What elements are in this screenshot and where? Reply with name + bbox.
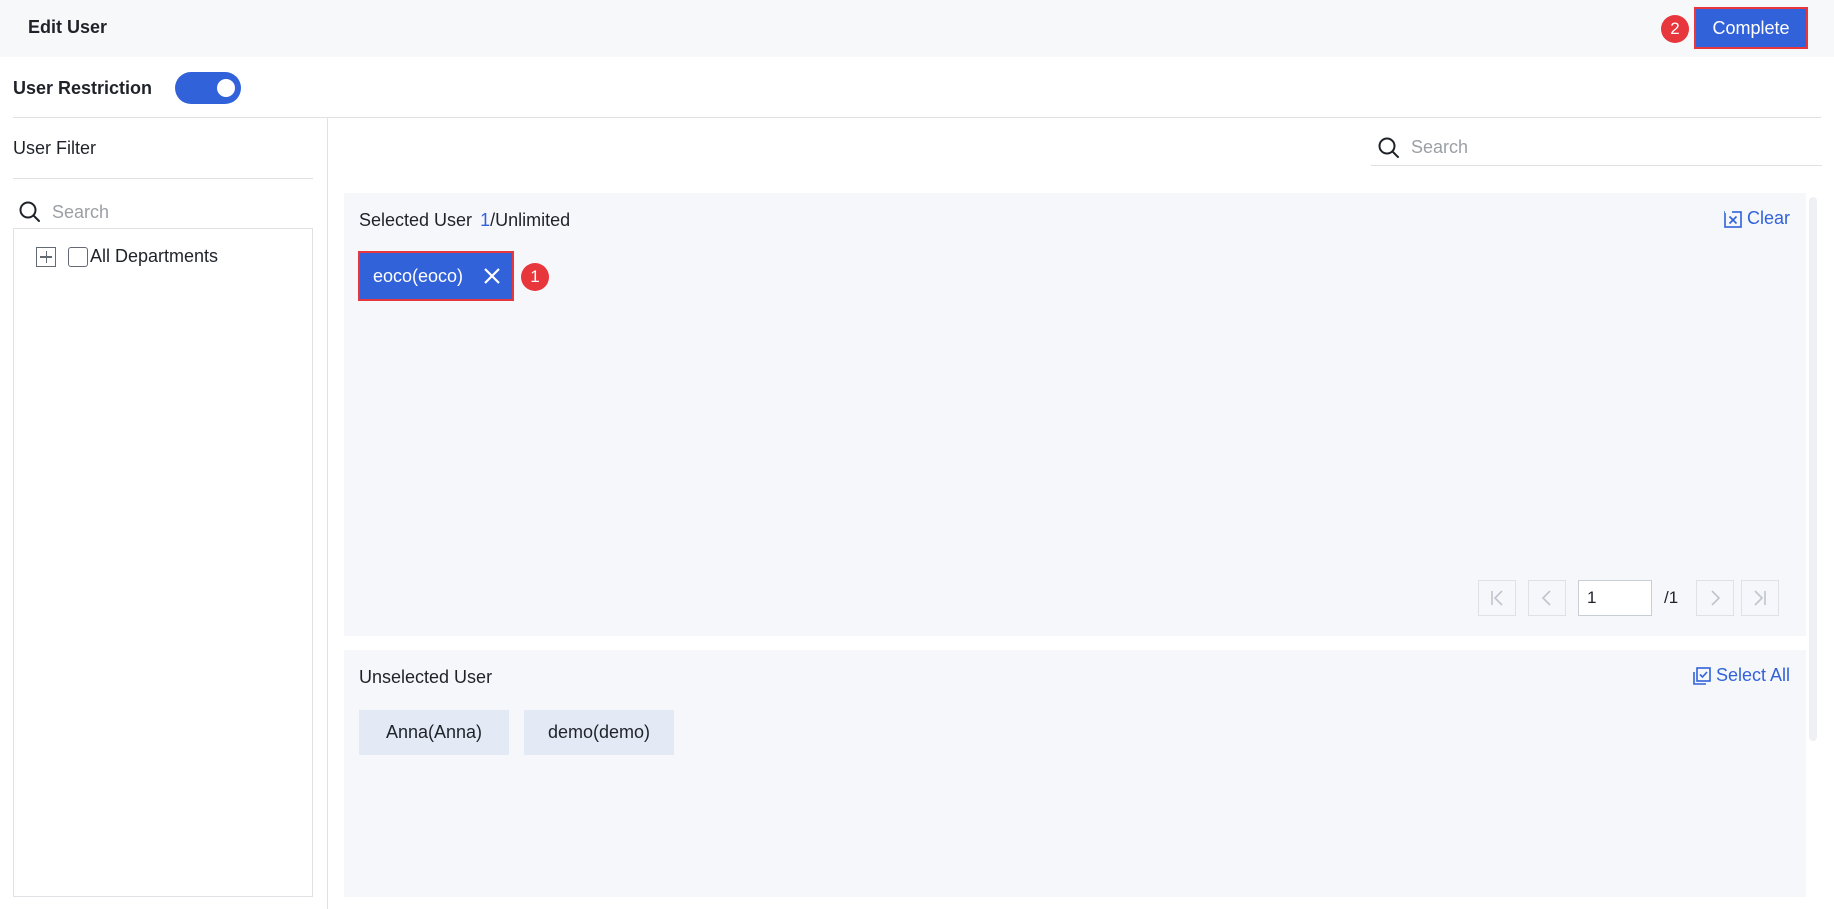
select-all-label: Select All	[1715, 665, 1790, 685]
divider	[13, 178, 313, 179]
department-search-input[interactable]	[52, 201, 292, 223]
unselected-user-title: Unselected User	[359, 667, 493, 687]
unselected-user-chip[interactable]: demo(demo)	[524, 710, 674, 755]
step-badge-2: 2	[1661, 15, 1689, 43]
last-page-button[interactable]	[1741, 580, 1779, 616]
select-all-icon	[1693, 666, 1711, 685]
last-page-icon	[1754, 590, 1766, 606]
user-restriction-label: User Restriction	[13, 78, 153, 98]
page-title: Edit User	[28, 17, 108, 37]
scrollbar[interactable]	[1809, 197, 1817, 741]
header-bar: Edit User 2 Complete	[0, 0, 1834, 57]
user-restriction-toggle[interactable]	[175, 72, 241, 104]
selected-user-chip[interactable]: eoco(eoco)	[358, 251, 514, 301]
user-filter-title: User Filter	[13, 138, 97, 158]
unselected-user-panel: Unselected User Select All Anna(Anna) de…	[344, 650, 1806, 897]
next-page-button[interactable]	[1696, 580, 1734, 616]
vertical-divider	[327, 117, 328, 909]
selected-user-title: Selected User 1/Unlimited	[359, 210, 570, 231]
step-badge-1: 1	[521, 263, 549, 291]
toggle-knob	[217, 79, 235, 97]
selected-user-label: Selected User	[359, 210, 473, 230]
selected-user-panel: Selected User 1/Unlimited Clear eoco(eoco…	[344, 193, 1806, 636]
expand-plus-icon[interactable]	[36, 246, 56, 267]
tree-node-label: All Departments	[90, 246, 219, 266]
first-page-icon	[1491, 590, 1503, 606]
complete-button[interactable]: Complete	[1694, 7, 1808, 49]
total-pages: /1	[1664, 588, 1679, 607]
clear-icon	[1724, 210, 1742, 228]
search-icon	[1378, 137, 1399, 158]
unselected-user-chip[interactable]: Anna(Anna)	[359, 710, 509, 755]
select-all-button[interactable]: Select All	[1692, 665, 1790, 686]
prev-page-button[interactable]	[1528, 580, 1566, 616]
selected-limit: /Unlimited	[490, 210, 571, 230]
first-page-button[interactable]	[1478, 580, 1516, 616]
all-departments-checkbox[interactable]	[68, 246, 88, 267]
selected-user-name: eoco(eoco)	[373, 265, 464, 286]
tree-node-all-departments: All Departments	[36, 246, 218, 267]
department-tree: All Departments	[13, 228, 313, 897]
divider	[13, 117, 1821, 118]
pagination: /1	[344, 580, 1806, 616]
chevron-left-icon	[1541, 590, 1551, 606]
selected-count: 1	[480, 210, 491, 230]
page-number-input[interactable]	[1578, 580, 1652, 616]
chevron-right-icon	[1711, 590, 1721, 606]
close-icon[interactable]	[482, 266, 502, 286]
clear-button[interactable]: Clear	[1723, 208, 1790, 229]
clear-label: Clear	[1746, 208, 1790, 228]
search-icon	[19, 201, 40, 222]
department-search	[18, 196, 313, 228]
user-search-input[interactable]	[1411, 137, 1651, 158]
user-search	[1371, 130, 1822, 166]
